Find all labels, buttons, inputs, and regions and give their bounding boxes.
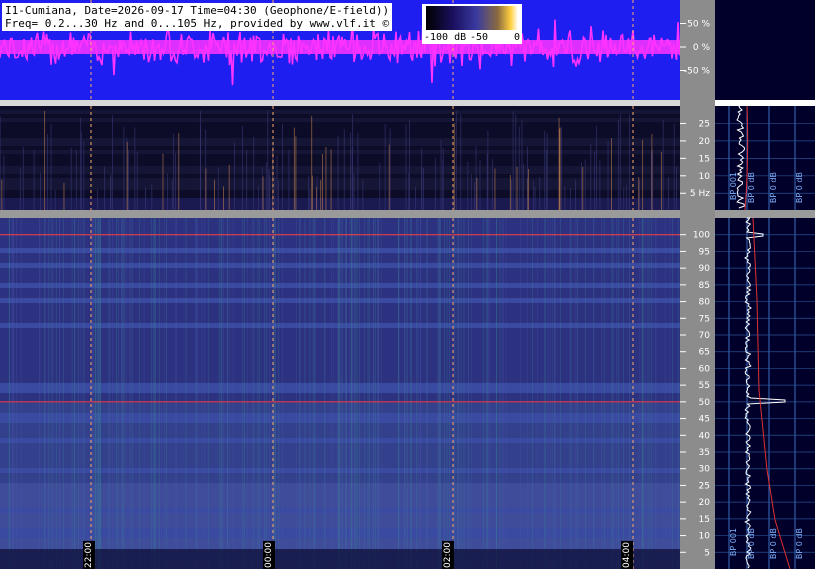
spectrogram-row <box>0 190 680 194</box>
spectrogram-row <box>0 186 680 190</box>
spectrogram-row <box>0 130 680 134</box>
colorbar-tick: -100 dB <box>424 32 467 43</box>
axis-tick-label: 10 <box>699 532 711 542</box>
spectrogram-row <box>0 170 680 174</box>
axis-tick-label: 85 <box>699 281 710 291</box>
title-line-1: I1-Cumiana, Date=2026-09-17 Time=04:30 (… <box>5 4 390 17</box>
axis-tick-label: 50 <box>699 398 711 408</box>
axis-tick-label: 20 <box>699 137 711 147</box>
spectrogram-row <box>0 174 680 178</box>
profile-label: BP 0 dB <box>747 172 756 204</box>
spectrogram-row <box>0 154 680 158</box>
axis-tick-label: 45 <box>699 415 710 425</box>
axis-tick-label: 25 <box>699 481 710 491</box>
axis-tick-label: -50 % <box>684 67 711 77</box>
spectrogram-row <box>0 182 680 186</box>
waveform-band <box>0 40 680 54</box>
axis-tick-label: 70 <box>699 331 711 341</box>
title-line-2: Freq= 0.2...30 Hz and 0...105 Hz, provid… <box>5 17 390 30</box>
spectrogram-row <box>0 122 680 126</box>
axis-tick-label: 15 <box>699 515 710 525</box>
y-axis-column: 50 % 0 % -50 % 25 20 15 10 5 Hz 100 95 90 85 80 75 70 6… <box>680 0 715 569</box>
axis-tick-label: 90 <box>699 264 711 274</box>
side-separator <box>715 210 815 218</box>
spectrogram-row <box>0 118 680 122</box>
y-axis-ticks: 50 % 0 % -50 % 25 20 15 10 5 Hz 100 95 90 85 80 75 70 6… <box>680 20 711 558</box>
spectrogram-row <box>0 178 680 182</box>
spectrogram-low-band <box>0 549 680 569</box>
spectrogram-row <box>0 162 680 166</box>
axis-tick-label: 20 <box>699 498 711 508</box>
spectrum-profile-panel <box>715 0 815 569</box>
spectrogram-row <box>0 202 680 206</box>
separator <box>0 210 680 218</box>
profile-label: BP 0 dB <box>795 172 804 204</box>
axis-tick-label: 80 <box>699 298 711 308</box>
axis-tick-label: 60 <box>699 364 711 374</box>
axis-tick-label: 0 % <box>693 43 711 53</box>
spectrogram-row <box>0 194 680 198</box>
axis-tick-label: 95 <box>699 247 710 257</box>
spectrogram-row <box>0 150 680 154</box>
colorbar-gradient <box>426 6 518 30</box>
spectrogram-low-plot <box>0 106 680 210</box>
axis-tick-label: 25 <box>699 119 710 129</box>
profile-label: BP 001 <box>729 528 738 557</box>
spectrogram-high-panel <box>0 218 680 569</box>
spectrogram-row <box>0 114 680 118</box>
spectrum-profile-plot <box>715 100 815 569</box>
time-label: 00:00 <box>263 541 275 569</box>
station-title: I1-Cumiana, Date=2026-09-17 Time=04:30 (… <box>2 3 393 31</box>
spectrogram-viewer: 50 % 0 % -50 % 25 20 15 10 5 Hz 100 95 90 85 80 75 70 6… <box>0 0 815 569</box>
axis-tick-label: 100 <box>693 231 710 241</box>
colorbar-tick: 0 <box>514 32 521 43</box>
profile-trace <box>736 105 746 209</box>
spectrogram-row <box>0 106 680 110</box>
spectrogram-row <box>0 166 680 170</box>
axis-tick-label: 35 <box>699 448 710 458</box>
spectrogram-row <box>0 134 680 138</box>
axis-tick-label: 75 <box>699 314 710 324</box>
profile-label: BP 0 dB <box>769 528 778 560</box>
time-label: 02:00 <box>442 541 454 569</box>
spectrogram-low-panel <box>0 106 680 210</box>
axis-tick-label: 10 <box>699 172 711 182</box>
spectrogram-row <box>0 110 680 114</box>
time-label: 22:00 <box>83 541 95 569</box>
colorbar-tick: -50 <box>470 32 489 43</box>
profile-label: BP 0 dB <box>795 528 804 560</box>
side-separator <box>715 100 815 106</box>
colorbar: -100 dB -50 0 <box>422 4 522 44</box>
spectrogram-row <box>0 138 680 142</box>
spectrogram-row <box>0 198 680 202</box>
profile-trace <box>744 217 786 569</box>
spectrogram-high-plot <box>0 218 680 569</box>
axis-tick-label: 5 <box>704 548 710 558</box>
axis-tick-label: 5 Hz <box>690 189 710 199</box>
spectrogram-row <box>0 146 680 150</box>
spectrogram-row <box>0 126 680 130</box>
time-label: 04:00 <box>621 541 633 569</box>
axis-tick-label: 15 <box>699 154 710 164</box>
profile-label: BP 0 dB <box>747 528 756 560</box>
spectrogram-row <box>0 158 680 162</box>
axis-tick-label: 50 % <box>687 20 710 30</box>
profile-fit <box>752 217 791 569</box>
spectrogram-row <box>0 142 680 146</box>
axis-tick-label: 40 <box>699 431 711 441</box>
axis-tick-label: 30 <box>699 465 711 475</box>
axis-tick-label: 65 <box>699 348 710 358</box>
profile-label: BP 0 dB <box>769 172 778 204</box>
axis-tick-label: 55 <box>699 381 710 391</box>
profile-label: BP 001 <box>729 172 738 201</box>
